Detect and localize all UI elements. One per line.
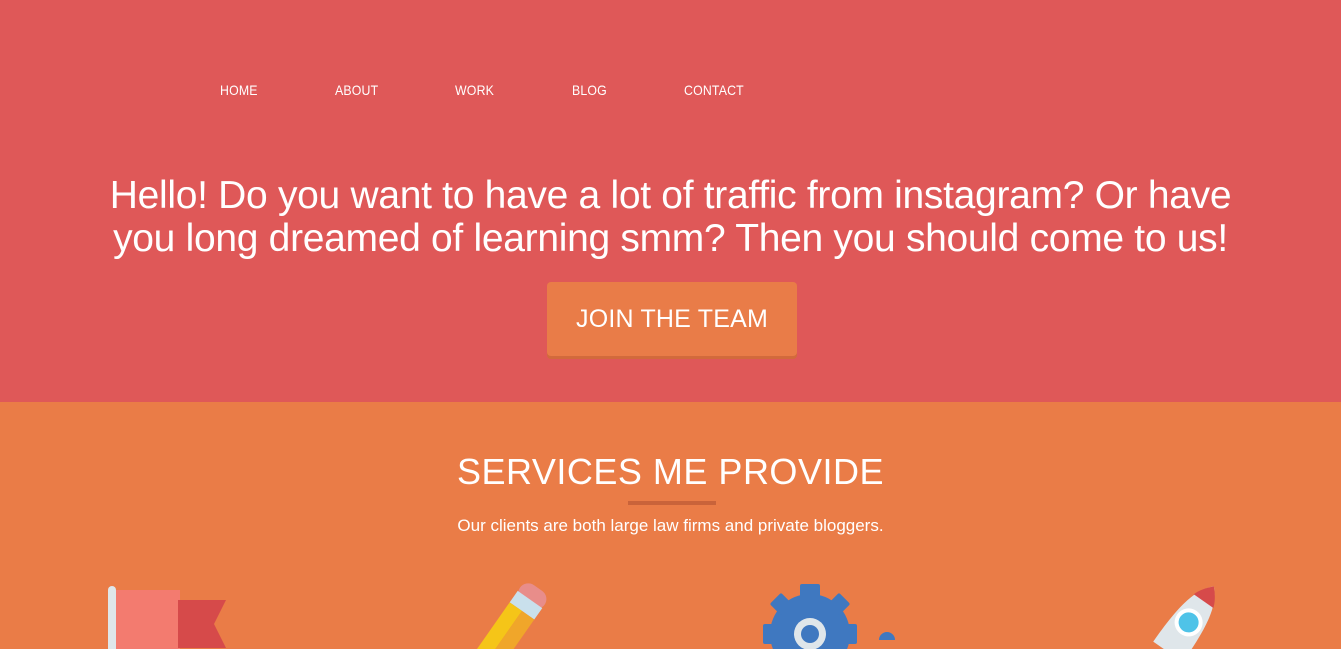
title-divider (628, 501, 716, 505)
pencil-icon (475, 583, 547, 649)
nav-about-link[interactable]: ABOUT (335, 82, 378, 98)
flag-icon (108, 586, 226, 649)
nav-home-link[interactable]: HOME (220, 82, 258, 98)
join-team-button[interactable]: JOIN THE TEAM (547, 282, 797, 356)
hero-headline: Hello! Do you want to have a lot of traf… (109, 174, 1232, 260)
rocket-icon (1153, 586, 1215, 649)
nav-work-link[interactable]: WORK (455, 82, 494, 98)
nav-contact-link[interactable]: CONTACT (684, 82, 744, 98)
nav-blog-link[interactable]: BLOG (572, 82, 607, 98)
services-section: SERVICES ME PROVIDE Our clients are both… (0, 402, 1341, 649)
main-nav: HOME ABOUT WORK BLOG CONTACT (0, 82, 1341, 102)
services-title: SERVICES ME PROVIDE (457, 451, 884, 492)
services-subtitle: Our clients are both large law firms and… (457, 516, 884, 535)
hero-section: HOME ABOUT WORK BLOG CONTACT Hello! Do y… (0, 0, 1341, 402)
gear-icon (763, 584, 895, 649)
